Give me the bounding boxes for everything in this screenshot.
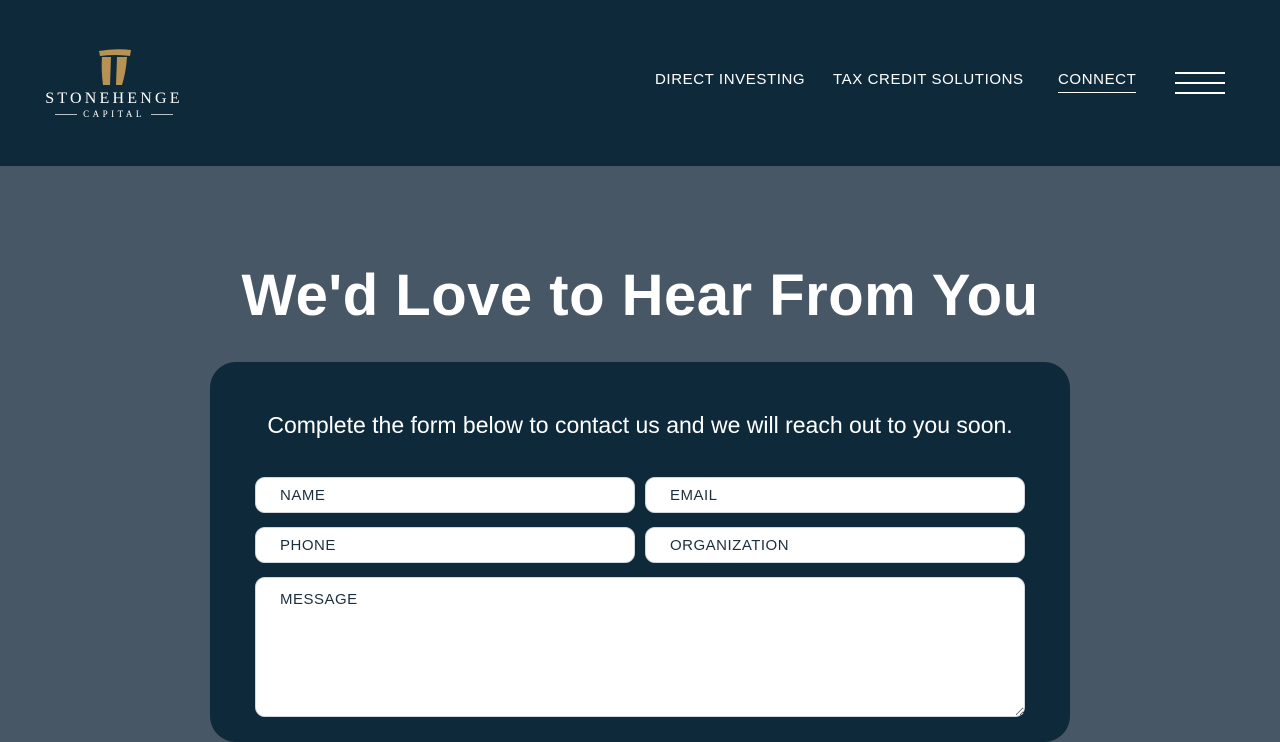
nav-direct-investing[interactable]: DIRECT INVESTING xyxy=(655,71,805,93)
brand-name: STONEHENGE xyxy=(45,90,183,107)
email-input[interactable] xyxy=(645,477,1025,513)
nav-tax-credit-solutions[interactable]: TAX CREDIT SOLUTIONS xyxy=(833,71,1024,93)
organization-input[interactable] xyxy=(645,527,1025,563)
form-intro: Complete the form below to contact us an… xyxy=(267,412,1013,438)
nav-connect[interactable]: CONNECT xyxy=(1058,71,1137,93)
brand-logo[interactable]: STONEHENGE CAPITAL xyxy=(38,46,190,122)
name-input[interactable] xyxy=(255,477,635,513)
site-header: STONEHENGE CAPITAL DIRECT INVESTING TAX … xyxy=(0,0,1280,166)
phone-input[interactable] xyxy=(255,527,635,563)
contact-form-card: Complete the form below to contact us an… xyxy=(210,362,1070,742)
stonehenge-trilithon-icon xyxy=(99,49,131,85)
menu-bar xyxy=(1175,82,1225,84)
message-textarea[interactable] xyxy=(255,577,1025,717)
page-title: We'd Love to Hear From You xyxy=(241,263,1039,328)
menu-bar xyxy=(1175,92,1225,94)
hamburger-menu-icon[interactable] xyxy=(1175,72,1225,94)
menu-bar xyxy=(1175,72,1225,74)
brand-subtitle: CAPITAL xyxy=(38,109,190,119)
